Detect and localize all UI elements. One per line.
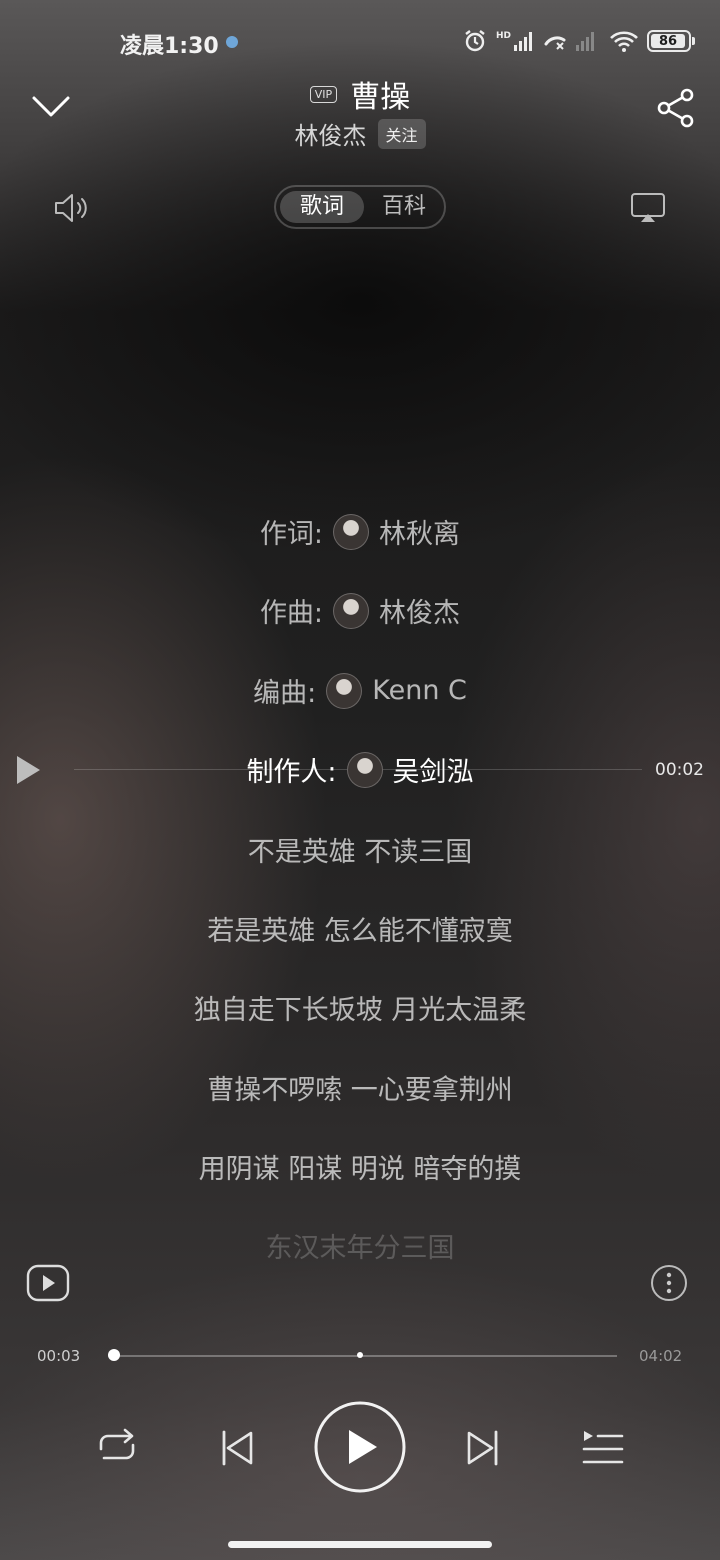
artist-row: 林俊杰 关注 xyxy=(0,116,720,151)
avatar xyxy=(333,513,370,550)
more-button[interactable] xyxy=(650,1264,688,1302)
play-pause-button[interactable] xyxy=(313,1400,407,1494)
network-hd-label: HD xyxy=(496,31,512,41)
volume-button[interactable] xyxy=(54,192,92,224)
song-title: 曹操 xyxy=(350,80,411,115)
battery-icon: 86 xyxy=(647,30,696,52)
repeat-button[interactable] xyxy=(95,1427,139,1467)
credit-name[interactable]: 林秋离 xyxy=(379,512,460,551)
video-button[interactable] xyxy=(26,1264,70,1302)
vip-badge: VIP xyxy=(309,85,338,103)
credit-lyricist: 作词: 林秋离 xyxy=(0,512,720,551)
lyric-line[interactable]: 曹操不啰嗦 一心要拿荆州 xyxy=(0,1068,720,1107)
status-bar: 凌晨1:30 HD 86 xyxy=(0,22,720,62)
credit-role: 制作人: xyxy=(246,757,337,788)
credit-composer: 作曲: 林俊杰 xyxy=(0,591,720,630)
wifi-icon xyxy=(610,31,638,52)
lyric-line[interactable]: 东汉末年分三国 xyxy=(0,1226,720,1265)
lyric-line[interactable]: 独自走下长坂坡 月光太温柔 xyxy=(0,988,720,1027)
credit-name[interactable]: 林俊杰 xyxy=(379,591,460,630)
call-icon xyxy=(544,36,566,50)
next-icon xyxy=(467,1430,498,1466)
avatar xyxy=(326,672,363,709)
seek-time: 00:02 xyxy=(655,760,704,780)
tab-lyrics[interactable]: 歌词 xyxy=(280,191,364,223)
home-indicator[interactable] xyxy=(228,1541,492,1548)
playlist-button[interactable] xyxy=(582,1428,624,1468)
notification-dot-icon xyxy=(226,36,238,48)
tab-wiki[interactable]: 百科 xyxy=(368,191,440,223)
progress-knob[interactable] xyxy=(108,1349,121,1361)
artist-name[interactable]: 林俊杰 xyxy=(294,122,366,150)
credit-role: 作曲: xyxy=(259,598,324,629)
signal-weak-icon xyxy=(576,32,595,51)
content-tab-switch: 歌词 百科 xyxy=(274,185,446,229)
status-time: 凌晨1:30 xyxy=(120,34,219,59)
follow-button[interactable]: 关注 xyxy=(377,118,426,149)
current-time: 00:03 xyxy=(37,1347,81,1365)
previous-icon xyxy=(222,1430,253,1466)
playlist-icon xyxy=(582,1431,624,1464)
previous-button[interactable] xyxy=(218,1429,256,1467)
credit-producer: 制作人: 吴剑泓 xyxy=(0,750,720,789)
more-icon xyxy=(651,1265,687,1301)
avatar xyxy=(333,592,370,629)
credit-role: 作词: xyxy=(259,519,324,550)
alarm-icon xyxy=(465,30,485,52)
avatar xyxy=(346,751,383,788)
lyric-line[interactable]: 用阴谋 阳谋 明说 暗夺的摸 xyxy=(0,1147,720,1186)
repeat-icon xyxy=(99,1428,135,1460)
credit-arranger: 编曲: Kenn C xyxy=(0,671,720,710)
share-icon xyxy=(657,88,694,128)
cast-button[interactable] xyxy=(630,192,668,224)
progress-mark xyxy=(357,1352,363,1358)
signal-icon xyxy=(514,32,533,51)
lyric-line[interactable]: 不是英雄 不读三国 xyxy=(0,830,720,869)
lyric-line[interactable]: 若是英雄 怎么能不懂寂寞 xyxy=(0,909,720,948)
status-icons: HD 86 xyxy=(462,28,696,54)
credit-name[interactable]: 吴剑泓 xyxy=(393,750,474,789)
credit-role: 编曲: xyxy=(253,678,317,709)
song-title-row: VIP 曹操 xyxy=(0,72,720,116)
video-icon xyxy=(26,1264,70,1302)
cast-icon xyxy=(631,193,665,222)
share-button[interactable] xyxy=(656,88,696,128)
next-button[interactable] xyxy=(464,1429,502,1467)
play-icon xyxy=(314,1401,406,1493)
credit-name[interactable]: Kenn C xyxy=(372,675,467,706)
total-time: 04:02 xyxy=(639,1347,683,1365)
volume-icon xyxy=(55,194,87,222)
